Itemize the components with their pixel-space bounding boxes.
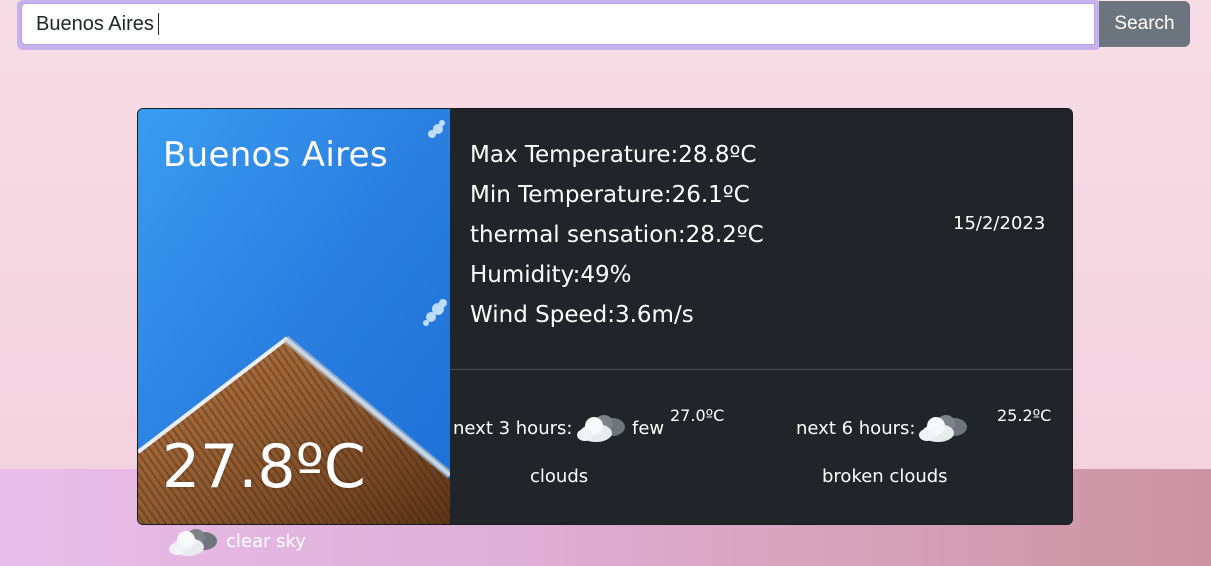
date: 15/2/2023 [953, 213, 1046, 234]
search-button[interactable]: Search [1099, 1, 1190, 47]
divider [450, 369, 1072, 370]
min-temperature: Min Temperature:26.1ºC [470, 182, 750, 208]
forecast-3h-desc-line2: clouds [530, 466, 589, 487]
current-description: clear sky [226, 531, 306, 552]
cloud-icon [577, 415, 625, 442]
wind-speed: Wind Speed:3.6m/s [470, 302, 694, 328]
humidity: Humidity:49% [470, 262, 632, 288]
current-temperature: 27.8ºC [162, 432, 366, 502]
forecast-6h-temp: 25.2ºC [997, 406, 1052, 425]
max-temperature: Max Temperature:28.8ºC [470, 142, 757, 168]
weather-details: Max Temperature:28.8ºC Min Temperature:2… [470, 136, 764, 336]
forecast-3h-temp: 27.0ºC [670, 406, 725, 425]
cloud-icon [919, 415, 967, 442]
city-name: Buenos Aires [163, 135, 388, 175]
cloud-icon [169, 529, 217, 556]
text-caret [158, 13, 159, 35]
forecast-3h-desc-line1: few [632, 418, 665, 439]
thermal-sensation: thermal sensation:28.2ºC [470, 222, 764, 248]
weather-card: Buenos Aires 27.8ºC Max Temperature:28.8… [137, 108, 1073, 525]
forecast-6h-label: next 6 hours: [796, 418, 916, 439]
city-photo: Buenos Aires 27.8ºC [138, 109, 450, 524]
forecast-6h-desc: broken clouds [822, 466, 948, 487]
search-input[interactable] [21, 3, 1095, 45]
forecast-3h-label: next 3 hours: [453, 418, 573, 439]
